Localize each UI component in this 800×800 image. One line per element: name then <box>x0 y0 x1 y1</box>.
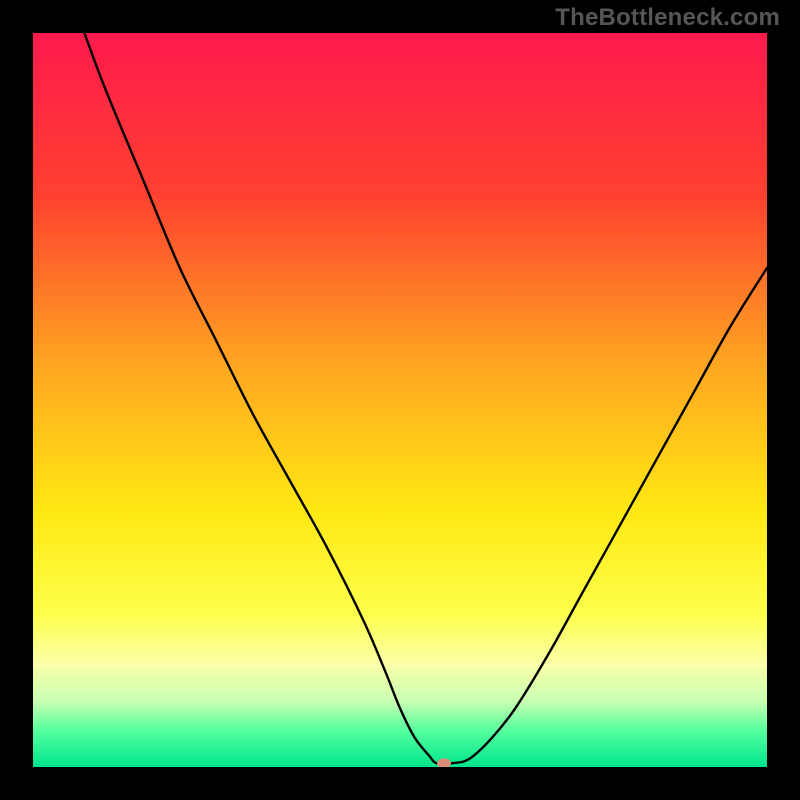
watermark-text: TheBottleneck.com <box>555 4 780 32</box>
chart-frame: TheBottleneck.com <box>0 0 800 800</box>
bottleneck-curve <box>84 33 767 764</box>
curve-layer <box>33 33 767 767</box>
marker-dot <box>437 758 451 767</box>
plot-area <box>33 33 767 767</box>
